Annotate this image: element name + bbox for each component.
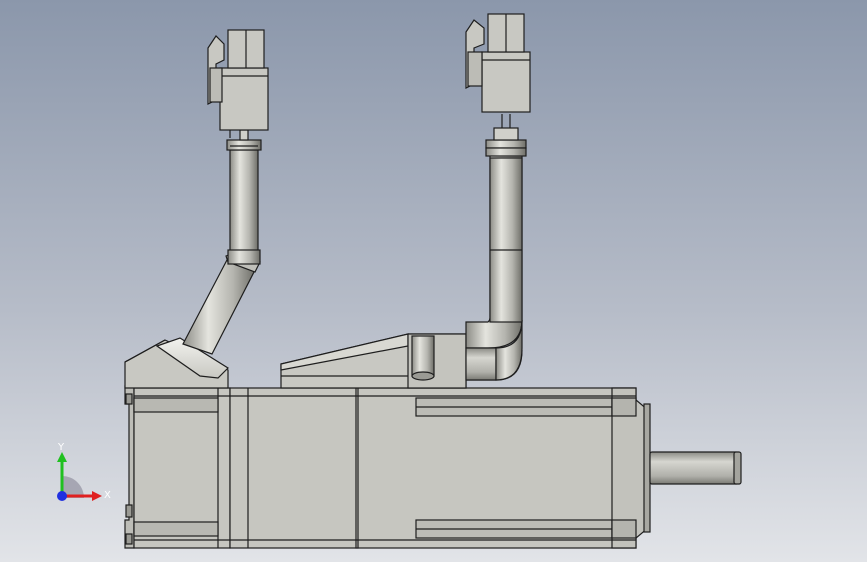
y-axis-label: Y (57, 442, 65, 453)
cad-model-view (0, 0, 867, 562)
motor-body (124, 385, 637, 549)
motor-housing-rear (229, 387, 359, 549)
output-shaft (649, 451, 742, 485)
rear-end-cap (124, 385, 231, 549)
orientation-triad[interactable]: Y X (48, 438, 118, 510)
front-flange (611, 387, 651, 549)
z-axis-dot (57, 491, 67, 501)
cad-viewport[interactable] (0, 0, 867, 562)
x-axis-label: X (104, 490, 111, 501)
